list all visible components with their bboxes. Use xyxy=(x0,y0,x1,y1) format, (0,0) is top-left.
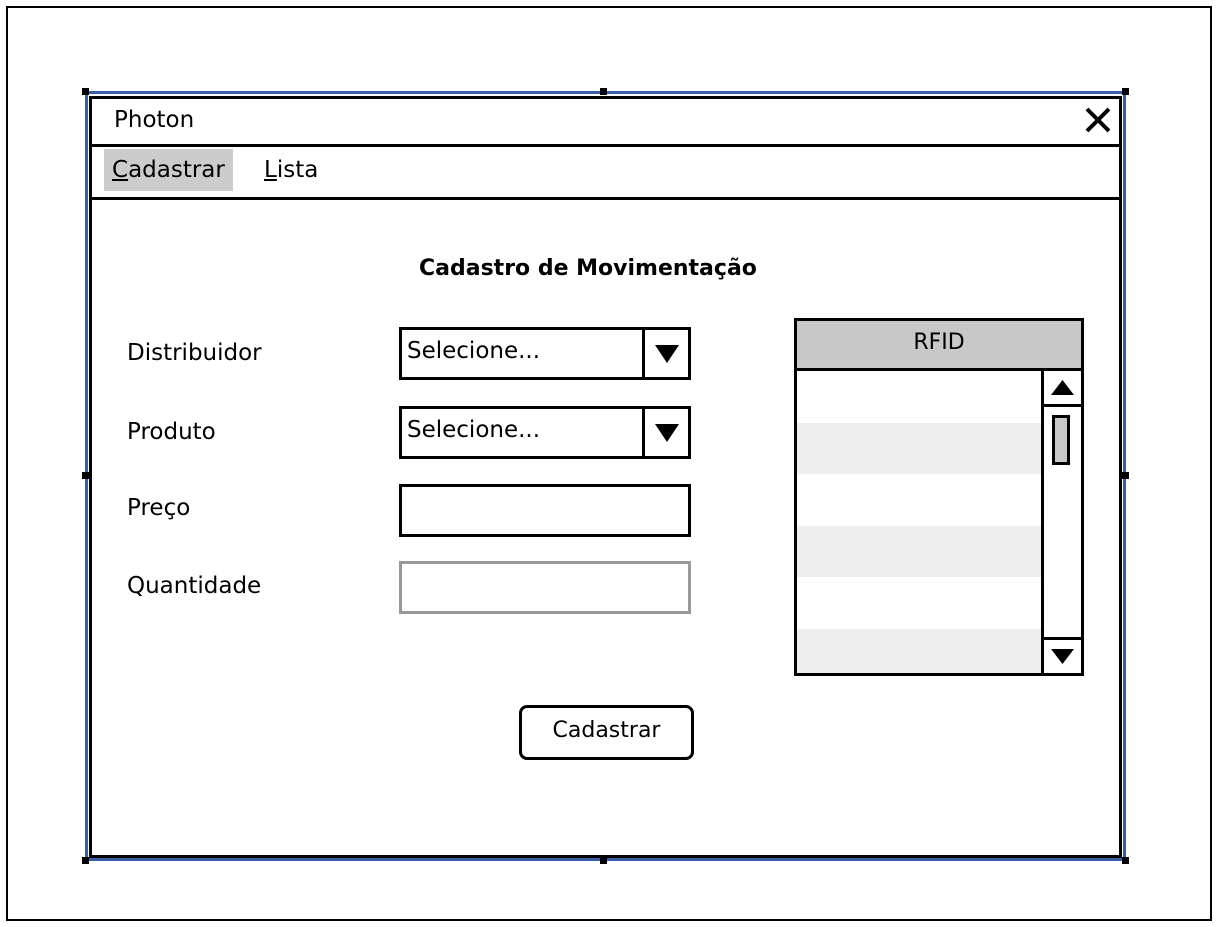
quantidade-label: Quantidade xyxy=(127,573,262,599)
quantidade-input xyxy=(399,561,691,614)
resize-handle-top-middle[interactable] xyxy=(600,88,607,95)
resize-handle-middle-left[interactable] xyxy=(82,472,89,479)
scroll-down-button[interactable] xyxy=(1044,637,1081,673)
form-title: Cadastro de Movimentação xyxy=(419,256,757,281)
list-item[interactable] xyxy=(797,525,1043,577)
triangle-up-icon xyxy=(1051,380,1074,395)
list-item[interactable] xyxy=(797,628,1043,673)
triangle-down-icon[interactable] xyxy=(654,423,680,443)
triangle-down-icon xyxy=(1051,649,1074,664)
select-divider xyxy=(642,409,645,456)
title-bar: Photon xyxy=(92,99,1119,147)
resize-handle-bottom-right[interactable] xyxy=(1122,857,1129,864)
close-icon[interactable] xyxy=(1081,103,1115,137)
menu-mnemonic: L xyxy=(264,157,277,183)
menu-mnemonic: C xyxy=(112,157,129,183)
preco-label: Preço xyxy=(127,495,191,521)
list-item[interactable] xyxy=(797,474,1043,526)
menu-label: adastrar xyxy=(128,157,225,183)
window-title: Photon xyxy=(114,107,195,133)
scroll-up-button[interactable] xyxy=(1044,371,1081,407)
select-divider xyxy=(642,330,645,377)
menu-bar: Cadastrar Lista xyxy=(92,147,1119,200)
cadastrar-button[interactable]: Cadastrar xyxy=(519,705,694,760)
distribuidor-label: Distribuidor xyxy=(127,340,262,366)
list-item[interactable] xyxy=(797,422,1043,474)
distribuidor-select[interactable]: Selecione... xyxy=(399,327,691,380)
produto-select-value: Selecione... xyxy=(407,417,541,443)
preco-input[interactable] xyxy=(399,484,691,537)
rfid-column-header: RFID xyxy=(797,321,1081,371)
resize-handle-top-right[interactable] xyxy=(1122,88,1129,95)
resize-handle-top-left[interactable] xyxy=(82,88,89,95)
scrollbar[interactable] xyxy=(1041,371,1081,673)
scroll-thumb[interactable] xyxy=(1052,415,1070,465)
produto-label: Produto xyxy=(127,419,216,445)
triangle-down-icon[interactable] xyxy=(654,344,680,364)
menu-item-lista[interactable]: Lista xyxy=(256,149,326,191)
resize-handle-bottom-middle[interactable] xyxy=(600,857,607,864)
app-window: Photon Cadastrar Lista Cadastro de Movim… xyxy=(89,96,1122,858)
rfid-rows xyxy=(797,371,1043,673)
resize-handle-bottom-left[interactable] xyxy=(82,857,89,864)
menu-item-cadastrar[interactable]: Cadastrar xyxy=(104,149,233,191)
menu-label: ista xyxy=(276,157,319,183)
resize-handle-middle-right[interactable] xyxy=(1122,472,1129,479)
produto-select[interactable]: Selecione... xyxy=(399,406,691,459)
list-item[interactable] xyxy=(797,371,1043,423)
distribuidor-select-value: Selecione... xyxy=(407,338,541,364)
list-item[interactable] xyxy=(797,577,1043,629)
rfid-listbox[interactable]: RFID xyxy=(794,318,1084,676)
